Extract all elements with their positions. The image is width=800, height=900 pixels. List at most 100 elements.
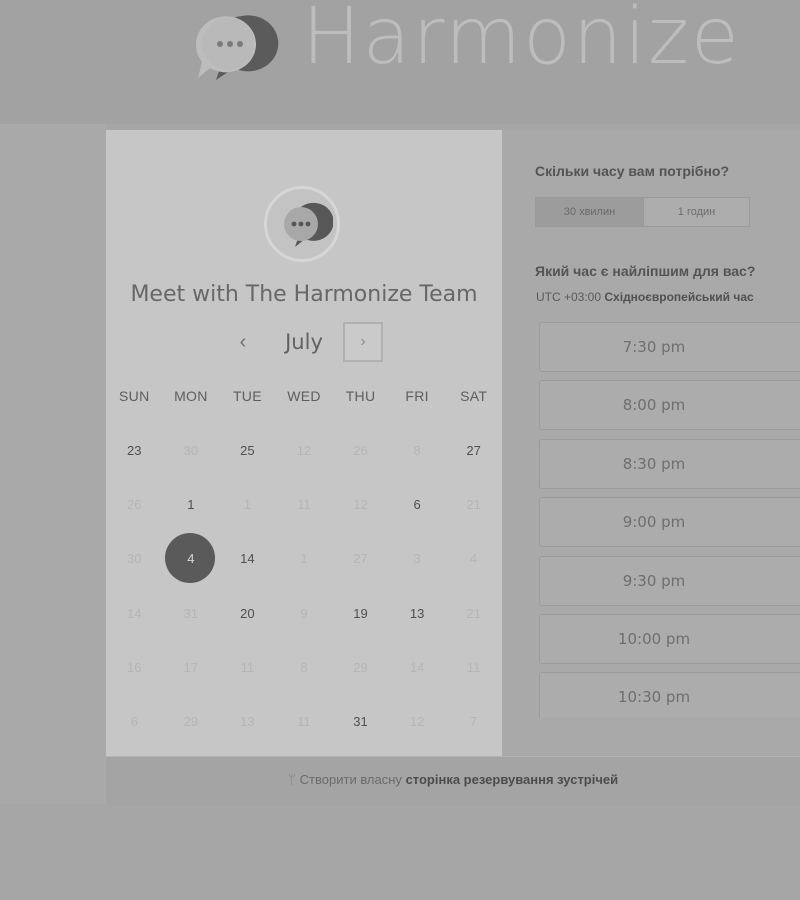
duration-option-button[interactable]: 1 годин — [644, 197, 750, 227]
calendar-day-number: 13 — [409, 605, 425, 621]
calendar-day: 11 — [219, 641, 276, 695]
calendar-day: 31 — [163, 587, 220, 641]
calendar-day-number: 12 — [296, 443, 312, 458]
calendar-day: 11 — [445, 641, 502, 695]
weekday-label: FRI — [405, 388, 429, 404]
calendar-day-number: 1 — [300, 551, 308, 567]
weekday-label: SAT — [460, 388, 488, 404]
calendar-day-number: 3 — [413, 551, 421, 567]
duration-option-button[interactable]: 30 хвилин — [535, 197, 644, 227]
calendar-day-number: 27 — [353, 551, 368, 567]
calendar-day: 21 — [445, 587, 502, 641]
calendar-day: 12 — [276, 424, 333, 478]
brand-name: Harmonize — [302, 0, 741, 82]
time-slot-button[interactable]: 9:30 pm — [539, 555, 800, 606]
time-slot-button[interactable]: 9:00 pm — [539, 497, 800, 548]
calendar-day-number: 4 — [470, 551, 478, 567]
calendar-day-number: 19 — [353, 605, 368, 621]
time-slot-button[interactable]: 10:30 pm — [539, 672, 800, 718]
calendar-day-number: 14 — [127, 605, 142, 621]
calendar-day[interactable]: 25 — [219, 424, 276, 478]
duration-question: Скільки часу вам потрібно? — [535, 163, 730, 179]
chat-bubble-icon — [284, 202, 333, 247]
calendar-day-number: 8 — [413, 443, 421, 458]
calendar-day-number: 25 — [240, 443, 255, 458]
calendar-day-number: 12 — [409, 714, 425, 729]
weekday-label: TUE — [232, 388, 262, 404]
calendar-day[interactable]: 6 — [389, 478, 446, 532]
calendar-day[interactable]: 1 — [163, 478, 220, 532]
calendar-day-number: 11 — [297, 714, 311, 729]
calendar-day-number: 29 — [353, 659, 368, 675]
calendar-day[interactable]: 19 — [332, 587, 389, 641]
calendar-day[interactable]: 27 — [445, 424, 502, 478]
calendar-day: 8 — [276, 641, 333, 695]
timezone-label[interactable]: UTC +03:00 Східноєвропейський час — [536, 290, 754, 304]
time-slot-button[interactable]: 8:30 pm — [539, 438, 800, 489]
time-slot-button[interactable]: 7:30 pm — [539, 322, 800, 372]
calendar-day-number: 11 — [297, 497, 311, 513]
month-navigation: ‹ July › — [106, 322, 502, 362]
calendar-day-number: 13 — [240, 714, 255, 729]
footer-prefix: Створити власну — [299, 772, 402, 787]
timezone-name: Східноєвропейський час — [604, 290, 754, 304]
timezone-offset: UTC +03:00 — [536, 290, 602, 304]
calendar-day: 21 — [445, 478, 502, 532]
calendar-week: 30 4 14 1 27 3 4 — [106, 532, 502, 586]
calendar-day: 14 — [389, 641, 446, 695]
time-slot-button[interactable]: 8:00 pm — [539, 380, 800, 431]
calendar-day: 8 — [389, 424, 446, 478]
calendar-day-number: 23 — [127, 443, 142, 458]
weekday-header: SUN MON TUE WED THU FRI SAT — [106, 388, 502, 408]
calendar-day: 11 — [276, 695, 333, 749]
time-slot-button[interactable]: 10:00 pm — [539, 614, 800, 664]
weekday-label: SUN — [119, 388, 150, 404]
duration-toggle: 30 хвилин 1 годин — [535, 197, 750, 227]
calendar-day-number: 29 — [183, 714, 199, 729]
calendar-day[interactable]: 14 — [219, 532, 276, 586]
calendar-day-number: 8 — [300, 659, 308, 675]
footer-link-text[interactable]: сторінка резервування зустрічей — [406, 772, 619, 787]
calendar-week: 16 17 11 8 29 14 11 — [106, 641, 502, 695]
footer-link[interactable]: ᛘ Створити власну сторінка резервування з… — [106, 772, 800, 787]
calendar-day-number: 30 — [127, 551, 142, 567]
host-avatar — [264, 186, 340, 262]
chevron-left-icon[interactable]: ‹ — [230, 322, 256, 362]
calendar-day-number: 6 — [413, 497, 421, 513]
calendar-day-number: 31 — [183, 605, 199, 621]
calendar-day: 29 — [163, 695, 220, 749]
calendar-week: 6 29 13 11 31 12 7 — [106, 695, 502, 749]
calendar-day: 3 — [389, 532, 446, 586]
calendar-day: 30 — [106, 532, 163, 586]
calendar-day-selected[interactable]: 4 — [163, 532, 220, 586]
hubspot-sprocket-icon: ᛘ — [287, 772, 296, 787]
calendar-day[interactable]: 13 — [389, 587, 446, 641]
chevron-right-icon[interactable]: › — [343, 322, 383, 362]
calendar-day: 4 — [445, 532, 502, 586]
calendar-day-number: 20 — [240, 605, 255, 621]
calendar-day-number: 17 — [183, 659, 199, 675]
calendar-day: 26 — [106, 478, 163, 532]
calendar-day: 6 — [106, 695, 163, 749]
calendar-day-number: 7 — [470, 714, 478, 729]
calendar-day[interactable]: 23 — [106, 424, 163, 478]
calendar-day-number: 11 — [466, 659, 481, 675]
calendar-day-number: 21 — [466, 497, 481, 513]
weekday-label: MON — [174, 388, 208, 404]
calendar-day: 29 — [332, 641, 389, 695]
calendar-day: 17 — [163, 641, 220, 695]
calendar-day-number: 16 — [127, 659, 142, 675]
calendar-day-number: 12 — [353, 497, 368, 513]
calendar-day-number: 26 — [353, 443, 368, 458]
calendar-day-number: 31 — [353, 714, 368, 729]
weekday-label: WED — [287, 388, 321, 404]
calendar-day[interactable]: 31 — [332, 695, 389, 749]
calendar-day-number: 1 — [187, 497, 195, 513]
calendar-day-number: 21 — [466, 605, 481, 621]
calendar-day: 14 — [106, 587, 163, 641]
calendar-day-number: 1 — [243, 497, 252, 513]
time-question: Який час є найліпшим для вас? — [535, 263, 756, 279]
calendar-day: 7 — [445, 695, 502, 749]
calendar-day-number: 14 — [240, 551, 255, 567]
calendar-day[interactable]: 20 — [219, 587, 276, 641]
